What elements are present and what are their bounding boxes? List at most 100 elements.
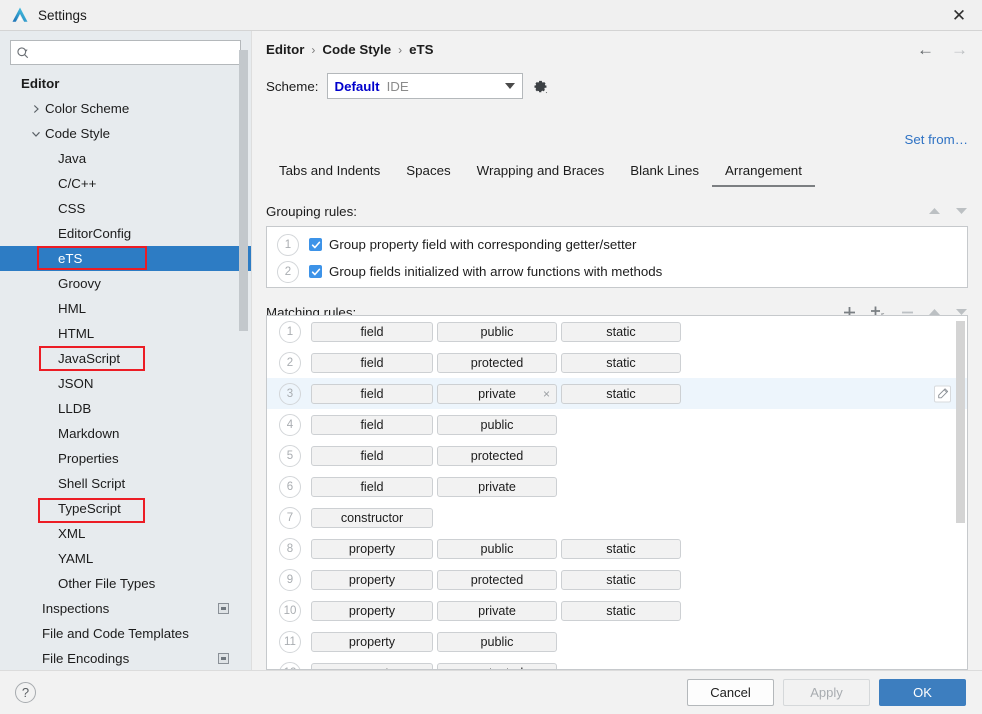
rule-token-chip[interactable]: property (311, 538, 433, 559)
sidebar-item-properties[interactable]: Properties (0, 446, 251, 471)
breadcrumb-part[interactable]: Editor (266, 42, 304, 57)
rule-token-chip[interactable]: field (311, 476, 433, 497)
breadcrumb-part[interactable]: Code Style (322, 42, 391, 57)
rule-token-chip[interactable]: private (437, 476, 557, 497)
rule-token-chip[interactable]: public (437, 631, 557, 652)
close-icon[interactable]: ✕ (936, 0, 982, 31)
sidebar-item-file-and-code-templates[interactable]: File and Code Templates (0, 621, 251, 646)
rule-token-chip[interactable]: property (311, 569, 433, 590)
rule-token-chip[interactable]: private (437, 600, 557, 621)
rule-token-chip[interactable]: public (437, 414, 557, 435)
sidebar-item-c-c[interactable]: C/C++ (0, 171, 251, 196)
sidebar-item-file-encodings[interactable]: File Encodings (0, 646, 251, 670)
tab-arrangement[interactable]: Arrangement (712, 159, 815, 187)
table-row[interactable]: 7 constructor (267, 502, 967, 533)
table-row[interactable]: 4 field public (267, 409, 967, 440)
set-from-link[interactable]: Set from… (904, 132, 968, 147)
rule-token-chip[interactable]: field (311, 414, 433, 435)
table-row[interactable]: 8 property public static (267, 533, 967, 564)
sidebar-item-java[interactable]: Java (0, 146, 251, 171)
edit-pencil-icon[interactable] (934, 385, 951, 402)
table-row[interactable]: 9 property protected static (267, 564, 967, 595)
rule-token-chip[interactable]: property (311, 600, 433, 621)
arrow-left-icon[interactable]: ← (917, 41, 934, 58)
chevron-right-icon[interactable] (29, 102, 42, 115)
row-number: 4 (279, 413, 301, 436)
rule-token-chip[interactable]: static (561, 538, 681, 559)
rule-token-chip[interactable]: static (561, 352, 681, 373)
sidebar-item-markdown[interactable]: Markdown (0, 421, 251, 446)
sidebar-item-groovy[interactable]: Groovy (0, 271, 251, 296)
matching-rules-table[interactable]: 1 field public static 2 field protected static 3… (266, 315, 968, 670)
tab-blank-lines[interactable]: Blank Lines (617, 159, 712, 187)
sidebar-item-typescript[interactable]: TypeScript (0, 496, 251, 521)
rule-token-chip[interactable]: field (311, 321, 433, 342)
search-box[interactable] (10, 40, 241, 65)
table-row[interactable]: 11 property public (267, 626, 967, 657)
rule-token-chip[interactable]: static (561, 569, 681, 590)
sidebar-item-editorconfig[interactable]: EditorConfig (0, 221, 251, 246)
breadcrumb-part[interactable]: eTS (409, 42, 433, 57)
sidebar-item-shell-script[interactable]: Shell Script (0, 471, 251, 496)
rule-token-chip[interactable]: protected (437, 569, 557, 590)
cancel-button[interactable]: Cancel (687, 679, 774, 706)
matching-rules-scrollbar[interactable] (956, 321, 965, 523)
checkbox-checked-icon[interactable] (309, 265, 322, 278)
rule-token-chip[interactable]: protected (437, 445, 557, 466)
checkbox-checked-icon[interactable] (309, 238, 322, 251)
rule-token-chip[interactable]: protected (437, 662, 557, 669)
table-row[interactable]: 12 property protected (267, 657, 967, 669)
tab-wrapping-and-braces[interactable]: Wrapping and Braces (464, 159, 618, 187)
sidebar-item-json[interactable]: JSON (0, 371, 251, 396)
rule-token-chip[interactable]: property (311, 631, 433, 652)
sidebar-item-yaml[interactable]: YAML (0, 546, 251, 571)
scheme-select[interactable]: Default IDE (327, 73, 524, 99)
sidebar-item-color-scheme[interactable]: Color Scheme (0, 96, 251, 121)
arrow-right-icon[interactable]: → (951, 41, 968, 58)
rule-token-chip[interactable]: constructor (311, 507, 433, 528)
rule-token-chip[interactable]: property (311, 662, 433, 669)
table-row[interactable]: 10 property private static (267, 595, 967, 626)
table-row[interactable]: 5 field protected (267, 440, 967, 471)
sidebar-item-code-style[interactable]: Code Style (0, 121, 251, 146)
sidebar-item-xml[interactable]: XML (0, 521, 251, 546)
tab-spaces[interactable]: Spaces (393, 159, 463, 187)
grouping-rule-row[interactable]: 2 Group fields initialized with arrow fun… (267, 258, 967, 285)
sidebar-item-lldb[interactable]: LLDB (0, 396, 251, 421)
search-input[interactable] (33, 44, 235, 61)
sidebar-item-other-file-types[interactable]: Other File Types (0, 571, 251, 596)
sidebar-item-javascript[interactable]: JavaScript (0, 346, 251, 371)
table-row[interactable]: 1 field public static (267, 316, 967, 347)
rule-token-chip[interactable]: field (311, 445, 433, 466)
table-row[interactable]: 2 field protected static (267, 347, 967, 378)
rule-token-chip[interactable]: field (311, 383, 433, 404)
help-button[interactable]: ? (15, 682, 36, 703)
sidebar-item-editor[interactable]: Editor (0, 71, 251, 96)
table-row[interactable]: 3 field private × static (267, 378, 967, 409)
grouping-rule-row[interactable]: 1 Group property field with corresponding… (267, 231, 967, 258)
remove-token-icon[interactable]: × (543, 388, 550, 400)
sidebar-item-inspections[interactable]: Inspections (0, 596, 251, 621)
sidebar-item-ets[interactable]: eTS (0, 246, 251, 271)
apply-button[interactable]: Apply (783, 679, 870, 706)
sidebar-scrollbar[interactable] (239, 50, 248, 331)
rule-token-chip[interactable]: private × (437, 383, 557, 404)
rule-token-chip[interactable]: static (561, 383, 681, 404)
rule-token-chip[interactable]: public (437, 538, 557, 559)
rule-token-chip[interactable]: public (437, 321, 557, 342)
sidebar-item-html[interactable]: HTML (0, 321, 251, 346)
sidebar-item-css[interactable]: CSS (0, 196, 251, 221)
sidebar-item-label: Editor (21, 76, 60, 91)
ok-button[interactable]: OK (879, 679, 966, 706)
move-down-icon[interactable] (955, 206, 968, 216)
gear-icon[interactable] (532, 78, 549, 95)
chevron-down-icon[interactable] (29, 127, 42, 140)
sidebar-item-hml[interactable]: HML (0, 296, 251, 321)
table-row[interactable]: 6 field private (267, 471, 967, 502)
tab-tabs-and-indents[interactable]: Tabs and Indents (266, 159, 393, 187)
rule-token-chip[interactable]: field (311, 352, 433, 373)
rule-token-chip[interactable]: static (561, 321, 681, 342)
move-up-icon[interactable] (928, 206, 941, 216)
rule-token-chip[interactable]: protected (437, 352, 557, 373)
rule-token-chip[interactable]: static (561, 600, 681, 621)
